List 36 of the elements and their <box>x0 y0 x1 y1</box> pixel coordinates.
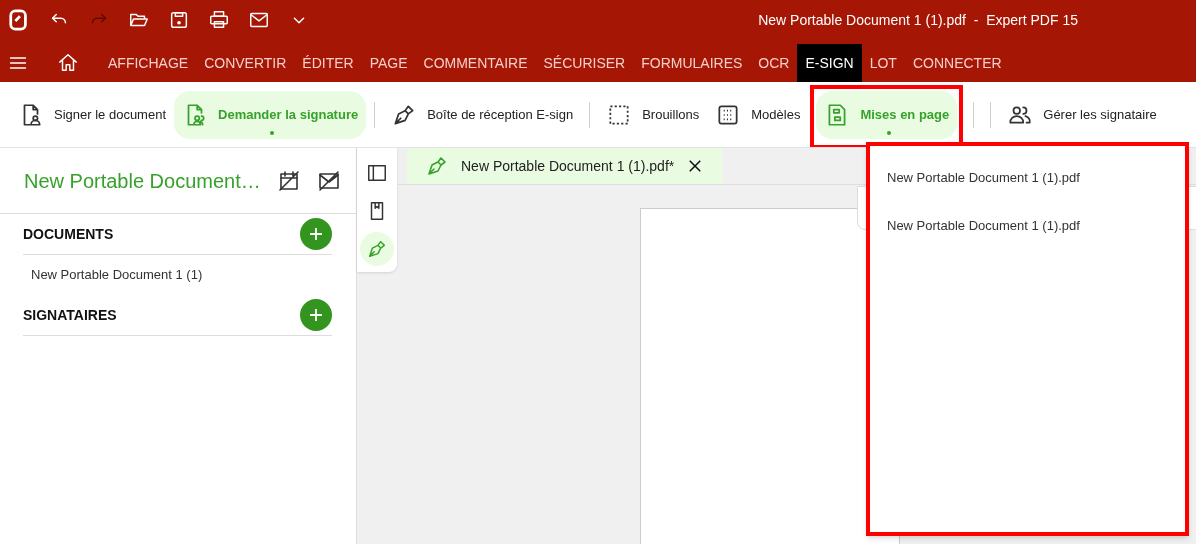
menu-tab[interactable]: AFFICHAGE <box>100 44 197 82</box>
toolbar-button[interactable]: Gérer les signataire <box>999 90 1165 139</box>
menu-tab[interactable]: OCR <box>750 44 798 82</box>
menu-tab[interactable]: PAGE <box>361 44 416 82</box>
add-button[interactable] <box>300 218 332 250</box>
calendar-off-icon[interactable] <box>276 168 301 193</box>
document-item[interactable]: New Portable Document 1 (1) <box>31 265 203 285</box>
plus-icon <box>307 306 325 324</box>
fountain-pen-icon <box>425 154 449 178</box>
dropdown-item[interactable]: New Portable Document 1 (1).pdf <box>887 168 1080 188</box>
menu-tab[interactable]: LOT <box>861 44 905 82</box>
toolbar-button[interactable]: Mises en page <box>816 90 958 139</box>
save-icon[interactable] <box>168 9 190 31</box>
add-button[interactable] <box>300 299 332 331</box>
toolbar-button[interactable]: Boîte de réception E-sign <box>383 90 582 139</box>
menu-tab[interactable]: E-SIGN <box>797 44 862 82</box>
window-title: New Portable Document 1 (1).pdf - Expert PDF 15 <box>758 10 1079 30</box>
dropdown-item[interactable]: New Portable Document 1 (1).pdf <box>887 216 1080 236</box>
menu-tab[interactable]: CONNECTER <box>904 44 1010 82</box>
menu-tab[interactable]: COMMENTAIRE <box>415 44 536 82</box>
panel-title: New Portable Document… <box>24 168 261 194</box>
menu-tab[interactable]: CONVERTIR <box>196 44 295 82</box>
section-heading: SIGNATAIRES <box>23 305 117 325</box>
mail-off-icon[interactable] <box>316 168 341 193</box>
app-logo-icon[interactable] <box>8 9 30 31</box>
menu-tab[interactable]: SÉCURISER <box>535 44 634 82</box>
toolbar-button[interactable]: Demander la signature <box>174 90 367 139</box>
toolbar-button[interactable]: Brouillons <box>598 90 708 139</box>
toolbar-button[interactable]: Signer le document <box>10 90 174 139</box>
plus-icon <box>307 225 325 243</box>
menu-tab[interactable]: ÉDITER <box>294 44 362 82</box>
toolbar-button[interactable]: Modèles <box>707 90 809 139</box>
menu-tab[interactable]: FORMULAIRES <box>633 44 751 82</box>
print-icon[interactable] <box>208 9 230 31</box>
document-tab[interactable]: New Portable Document 1 (1).pdf* <box>407 148 723 184</box>
section-heading: DOCUMENTS <box>23 224 114 244</box>
